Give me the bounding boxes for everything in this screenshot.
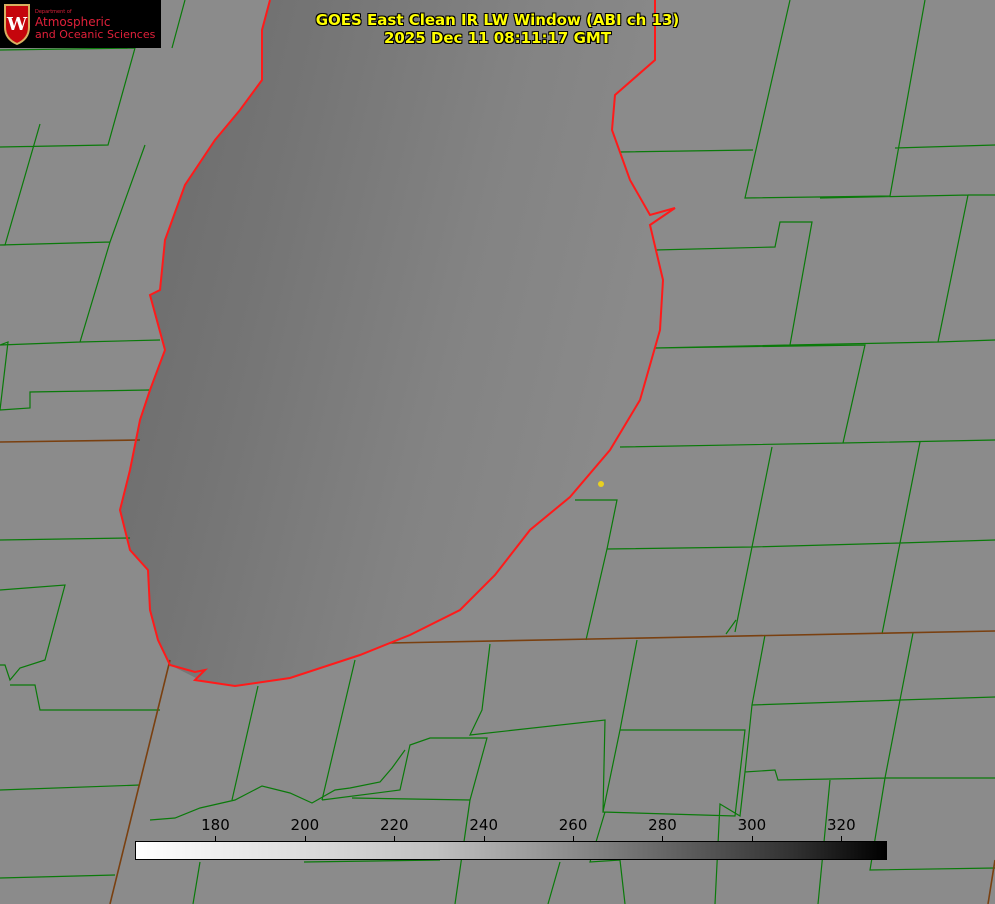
location-marker xyxy=(598,481,604,487)
map-canvas xyxy=(0,0,995,904)
image-title: GOES East Clean IR LW Window (ABI ch 13) xyxy=(315,11,680,29)
colorbar-tick-label: 240 xyxy=(469,816,498,834)
satellite-image-viewer: W Department of Atmospheric and Oceanic … xyxy=(0,0,995,904)
colorbar-tick-label: 300 xyxy=(737,816,767,834)
colorbar-tick-label: 200 xyxy=(290,816,320,834)
colorbar xyxy=(135,841,887,860)
image-timestamp: 2025 Dec 11 08:11:17 GMT xyxy=(383,29,612,47)
colorbar-tick-label: 320 xyxy=(826,816,856,834)
colorbar-tick-label: 220 xyxy=(379,816,409,834)
colorbar-tick-label: 260 xyxy=(558,816,588,834)
colorbar-tick-label: 180 xyxy=(201,816,230,834)
colorbar-tick-label: 280 xyxy=(648,816,677,834)
